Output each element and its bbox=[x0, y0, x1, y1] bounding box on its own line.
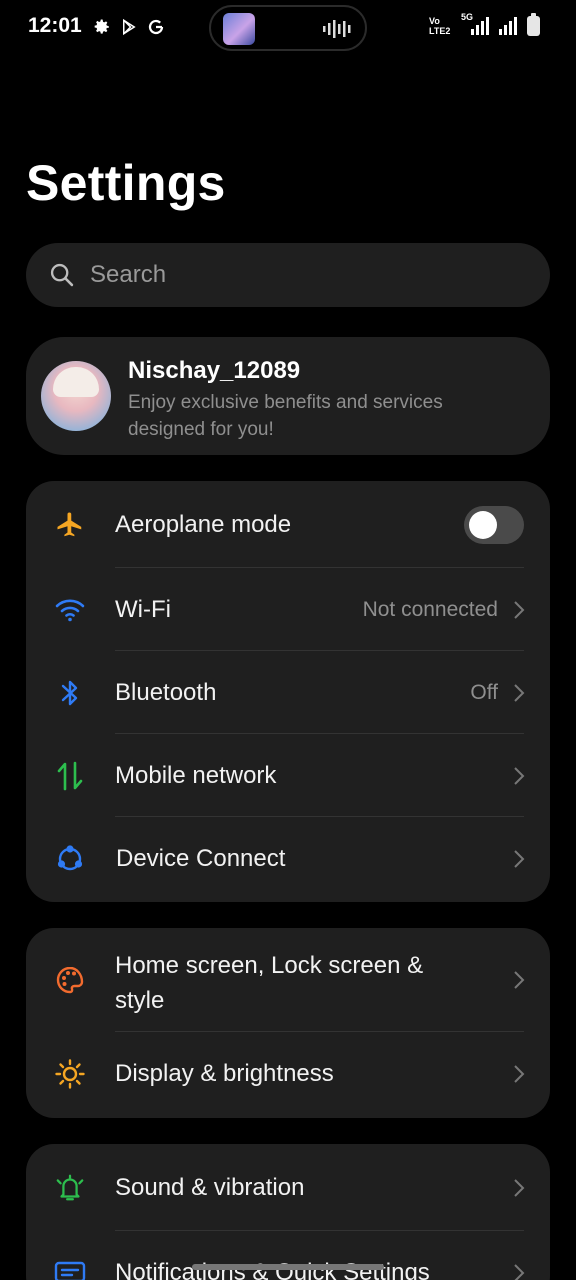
notification-icon bbox=[54, 1257, 86, 1280]
audio-wave-icon bbox=[323, 20, 351, 38]
aeroplane-mode-row[interactable]: Aeroplane mode bbox=[26, 481, 550, 568]
play-store-icon bbox=[119, 17, 139, 37]
bluetooth-label: Bluetooth bbox=[115, 678, 217, 706]
display-brightness-label: Display & brightness bbox=[115, 1059, 334, 1087]
wifi-label: Wi-Fi bbox=[115, 595, 171, 623]
volte-label: Vo bbox=[429, 16, 440, 26]
aeroplane-mode-toggle[interactable] bbox=[464, 505, 524, 544]
search-placeholder: Search bbox=[90, 261, 167, 288]
display-brightness-row[interactable]: Display & brightness bbox=[26, 1032, 550, 1115]
signal-5g-icon: 5G bbox=[461, 12, 491, 37]
home-indicator[interactable] bbox=[192, 1264, 384, 1270]
mobile-network-row[interactable]: Mobile network bbox=[26, 734, 550, 817]
chevron-right-icon bbox=[514, 971, 525, 989]
wifi-icon bbox=[54, 594, 86, 626]
network-type-label: 5G bbox=[461, 12, 474, 22]
clock: 12:01 bbox=[28, 14, 82, 37]
sound-card: Sound & vibration Notifications & Quick … bbox=[26, 1144, 550, 1280]
lte-label: LTE2 bbox=[429, 26, 451, 36]
chevron-right-icon bbox=[514, 766, 525, 785]
chevron-right-icon bbox=[514, 600, 525, 619]
chevron-right-icon bbox=[514, 1064, 525, 1083]
palette-icon bbox=[54, 964, 86, 996]
bluetooth-row[interactable]: Bluetooth Off bbox=[26, 651, 550, 734]
sound-vibration-label: Sound & vibration bbox=[115, 1173, 305, 1201]
battery-icon bbox=[527, 13, 540, 36]
avatar bbox=[41, 361, 111, 431]
device-connect-label: Device Connect bbox=[116, 844, 286, 872]
home-screen-label: Home screen, Lock screen & style bbox=[115, 952, 424, 1014]
wifi-row[interactable]: Wi-Fi Not connected bbox=[26, 568, 550, 651]
dynamic-island[interactable] bbox=[209, 5, 367, 51]
connectivity-card: Aeroplane mode Wi-Fi Not connected Bluet… bbox=[26, 481, 550, 902]
signal-icon bbox=[499, 17, 517, 35]
account-card[interactable]: Nischay_12089 Enjoy exclusive benefits a… bbox=[26, 337, 550, 455]
device-connect-row[interactable]: Device Connect bbox=[26, 817, 550, 900]
chevron-right-icon bbox=[514, 1263, 525, 1280]
media-thumbnail bbox=[223, 13, 255, 45]
chevron-right-icon bbox=[514, 849, 525, 868]
page-title: Settings bbox=[26, 155, 226, 211]
bluetooth-status: Off bbox=[470, 680, 498, 704]
settings-notification-icon bbox=[92, 17, 112, 37]
aeroplane-mode-label: Aeroplane mode bbox=[115, 510, 292, 538]
google-icon bbox=[146, 17, 166, 37]
bell-icon bbox=[54, 1172, 86, 1204]
wifi-status: Not connected bbox=[362, 597, 498, 621]
search-bar[interactable]: Search bbox=[26, 243, 550, 307]
status-icons-right: Vo LTE2 5G bbox=[429, 12, 540, 37]
status-icons-left bbox=[92, 17, 166, 37]
search-icon bbox=[50, 263, 74, 287]
sun-icon bbox=[54, 1058, 86, 1090]
display-card: Home screen, Lock screen & style Display… bbox=[26, 928, 550, 1118]
home-screen-row[interactable]: Home screen, Lock screen & style bbox=[26, 928, 550, 1032]
account-name: Nischay_12089 bbox=[128, 357, 301, 384]
volte-indicator: Vo LTE2 bbox=[429, 16, 455, 36]
account-subtitle: Enjoy exclusive benefits and services de… bbox=[128, 392, 443, 440]
device-connect-icon bbox=[54, 843, 86, 875]
chevron-right-icon bbox=[514, 1178, 525, 1197]
status-bar: 12:01 Vo LTE2 5G bbox=[0, 0, 576, 56]
mobile-data-icon bbox=[54, 760, 86, 792]
chevron-right-icon bbox=[514, 683, 525, 702]
bluetooth-icon bbox=[54, 677, 86, 709]
airplane-icon bbox=[54, 509, 86, 541]
sound-vibration-row[interactable]: Sound & vibration bbox=[26, 1144, 550, 1231]
notifications-row[interactable]: Notifications & Quick Settings bbox=[26, 1231, 550, 1280]
mobile-network-label: Mobile network bbox=[115, 761, 277, 789]
